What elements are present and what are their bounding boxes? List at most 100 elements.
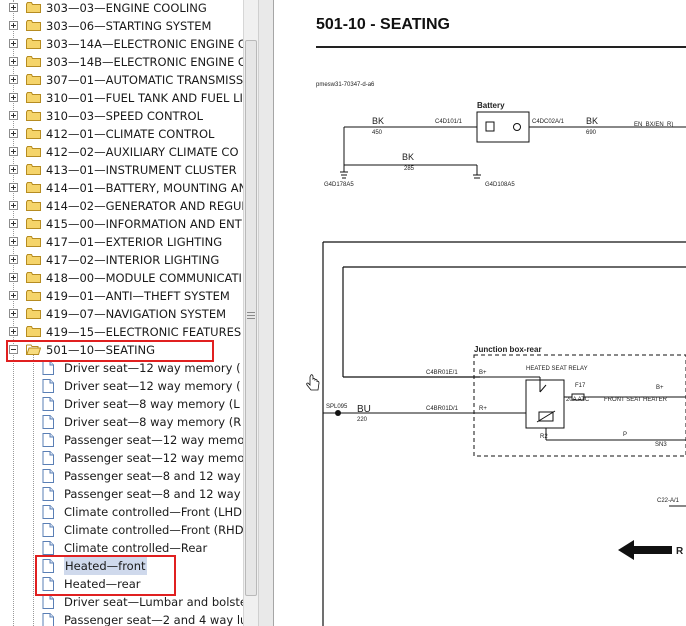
svg-text:SPL095: SPL095 [326,404,348,410]
folder-icon [26,254,41,265]
pane-splitter[interactable] [258,0,274,626]
tree-document-label: Passenger seat—12 way memo [64,451,243,465]
svg-text:C4D101/1: C4D101/1 [435,119,463,125]
document-icon [42,397,54,411]
svg-text:BK: BK [586,116,598,126]
svg-text:C4BR01E/1: C4BR01E/1 [426,370,458,376]
expand-icon[interactable] [9,183,18,192]
svg-text:450: 450 [372,130,383,136]
tree-document-label: Passenger seat—12 way memo [64,433,243,447]
document-icon [42,451,54,465]
folder-icon [26,74,41,85]
tree-document-label: Passenger seat—8 and 12 way [64,469,241,483]
folder-icon [26,128,41,139]
svg-text:F17: F17 [575,383,586,389]
expand-icon[interactable] [9,237,18,246]
document-icon [42,523,54,537]
svg-text:Junction box-rear: Junction box-rear [474,345,542,354]
tree-folder-label: 414—02—GENERATOR AND REGUL [46,199,243,213]
expand-icon[interactable] [9,147,18,156]
folder-icon [26,290,41,301]
svg-text:C22-A/1: C22-A/1 [657,498,680,504]
tree-folder-label: 412—02—AUXILIARY CLIMATE CO [46,145,239,159]
expand-icon[interactable] [9,255,18,264]
folder-icon [26,110,41,121]
expand-icon[interactable] [9,273,18,282]
tree-document-label: Passenger seat—8 and 12 way [64,487,241,501]
wire-bk-left: BK [372,116,384,126]
expand-icon[interactable] [9,309,18,318]
svg-text:G4D108A5: G4D108A5 [485,182,515,188]
tree-scrollbar[interactable] [243,0,259,626]
tree-folder-label: 418—00—MODULE COMMUNICATI [46,271,242,285]
expand-icon[interactable] [9,57,18,66]
svg-text:C4DC02A/1: C4DC02A/1 [532,119,565,125]
svg-text:C4BR01D/1: C4BR01D/1 [426,406,459,412]
expand-icon[interactable] [9,327,18,336]
folder-icon [26,2,41,13]
document-icon [42,541,54,555]
battery-label: Battery [477,101,505,110]
tree-folder-label: 307—01—AUTOMATIC TRANSMISS [46,73,243,87]
tree-folder-label: 415—00—INFORMATION AND ENT [46,217,242,231]
wiring-diagram: pmesw31-70347-d-a6 Battery BK 450 C4D101… [306,82,686,626]
svg-text:SN3: SN3 [655,442,667,448]
tree-folder-label: 412—01—CLIMATE CONTROL [46,127,215,141]
expand-icon[interactable] [9,93,18,102]
expand-icon[interactable] [9,165,18,174]
svg-text:220: 220 [357,417,368,423]
folder-icon [26,56,41,67]
folder-icon [26,38,41,49]
expand-icon[interactable] [9,129,18,138]
expand-icon[interactable] [9,39,18,48]
diagram-code: pmesw31-70347-d-a6 [316,82,375,88]
tree-folder-label: 303—14B—ELECTRONIC ENGINE C [46,55,243,69]
folder-icon [26,20,41,31]
expand-icon[interactable] [9,3,18,12]
svg-text:P: P [623,432,627,438]
expand-icon[interactable] [9,201,18,210]
expand-icon[interactable] [9,219,18,228]
document-icon [42,613,54,626]
expand-icon[interactable] [9,75,18,84]
document-icon [42,379,54,393]
tree-folder-label: 310—01—FUEL TANK AND FUEL LI [46,91,243,105]
folder-icon [26,236,41,247]
tree-document-label: Driver seat—8 way memory (R [64,415,242,429]
tree-folder-label: 303—14A—ELECTRONIC ENGINE C [46,37,243,51]
folder-icon [26,182,41,193]
tree-folder-label: 419—01—ANTI—THEFT SYSTEM [46,289,230,303]
tree-folder-label: 419—07—NAVIGATION SYSTEM [46,307,227,321]
expand-icon[interactable] [9,291,18,300]
folder-icon [26,308,41,319]
tree-document-label: Climate controlled—Front (LHD [64,505,242,519]
svg-text:690: 690 [586,130,597,136]
tree-pane: 303—03—ENGINE COOLING 303—06—STARTING SYS… [0,0,243,626]
svg-text:R: R [676,546,684,557]
tree-document-label: Climate controlled—Front (RHD [64,523,243,537]
highlight-box-seating [6,340,214,362]
svg-text:BK: BK [402,152,414,162]
left-arrow-icon [618,540,672,560]
svg-text:EN_BX/EN_R): EN_BX/EN_R) [634,122,673,128]
svg-text:G4D178A5: G4D178A5 [324,182,354,188]
document-icon [42,433,54,447]
tree-document-label: Driver seat—12 way memory ( [64,379,241,393]
tree-folder-label: 413—01—INSTRUMENT CLUSTER [46,163,237,177]
folder-icon [26,164,41,175]
document-icon [42,595,54,609]
expand-icon[interactable] [9,21,18,30]
highlight-box-heated [35,555,176,596]
svg-text:20A ATC: 20A ATC [566,397,590,403]
document-icon [42,361,54,375]
svg-text:285: 285 [404,166,415,172]
expand-icon[interactable] [9,111,18,120]
tree-child-connector [33,355,34,626]
document-icon [42,415,54,429]
folder-icon [26,146,41,157]
folder-icon [26,218,41,229]
tree-folder-label: 303—03—ENGINE COOLING [46,1,207,15]
document-icon [42,487,54,501]
scrollbar-thumb[interactable] [245,40,257,596]
tree-document-label: Passenger seat—2 and 4 way lu [64,613,243,626]
